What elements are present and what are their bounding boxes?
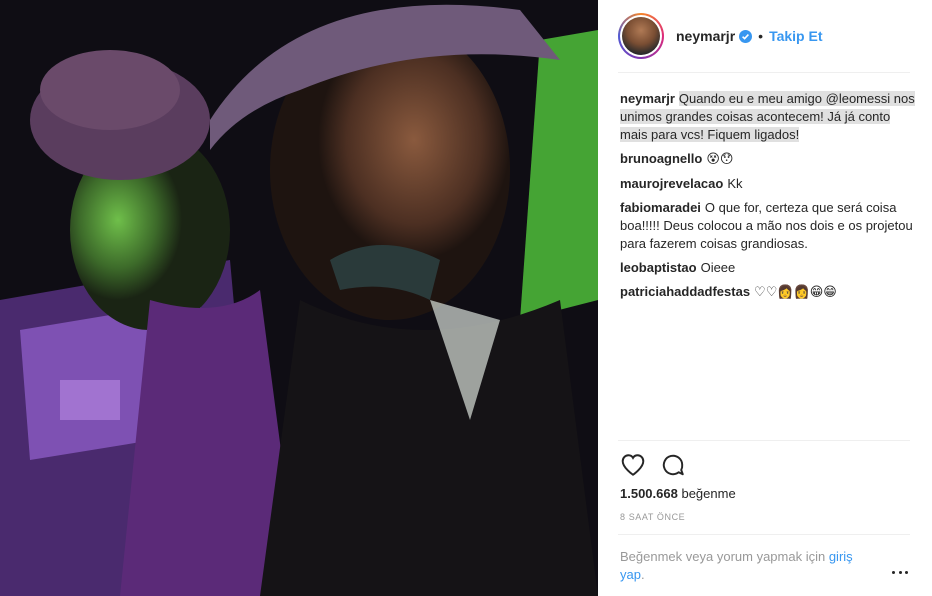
header-divider [618, 72, 910, 73]
verified-badge-icon [739, 29, 753, 43]
comment-username[interactable]: brunoagnello [620, 151, 702, 166]
comment-username[interactable]: patriciahaddadfestas [620, 284, 750, 299]
actions-divider [618, 440, 910, 441]
comment-item: brunoagnello 😵😯 [620, 150, 916, 169]
follow-button[interactable]: Takip Et [769, 28, 822, 44]
comment-text: ♡♡👩👩😁😁 [754, 285, 837, 300]
footer-divider [618, 534, 910, 535]
comment-item: maurojrevelacao Kk [620, 175, 916, 193]
comment-item: patriciahaddadfestas ♡♡👩👩😁😁 [620, 283, 916, 302]
comment-item: leobaptistao Oieee [620, 259, 916, 277]
login-prompt: Beğenmek veya yorum yapmak için giriş ya… [620, 548, 880, 584]
login-prompt-suffix: . [640, 567, 645, 582]
comment-username[interactable]: leobaptistao [620, 260, 697, 275]
login-prompt-text: Beğenmek veya yorum yapmak için [620, 549, 826, 564]
comment-username[interactable]: fabiomaradei [620, 200, 701, 215]
party-selfie-photo [0, 0, 598, 596]
comment-username[interactable]: maurojrevelacao [620, 176, 723, 191]
caption: neymarjr Quando eu e meu amigo @leomessi … [620, 90, 916, 144]
separator-dot: • [758, 28, 764, 44]
comment-text: Kk [727, 176, 743, 191]
comment-icon[interactable] [660, 452, 686, 478]
heart-icon[interactable] [620, 452, 646, 478]
post-actions [620, 452, 700, 478]
post-header: neymarjr • Takip Et [598, 0, 932, 72]
likes-number: 1.500.668 [620, 486, 678, 501]
more-options-icon[interactable] [892, 566, 908, 578]
comments-list: neymarjr Quando eu e meu amigo @leomessi … [620, 90, 916, 308]
comment-text: Oieee [700, 260, 736, 275]
avatar[interactable] [618, 13, 664, 59]
comment-item: fabiomaradei O que for, certeza que será … [620, 199, 916, 253]
post-sidebar: neymarjr • Takip Et neymarjr Quando eu e … [598, 0, 932, 596]
comment-text: 😵😯 [706, 152, 734, 167]
likes-count[interactable]: 1.500.668 beğenme [620, 486, 736, 501]
comment-username[interactable]: neymarjr [620, 91, 675, 106]
post-timestamp: 8 SAAT ÖNCE [620, 512, 686, 522]
header-username[interactable]: neymarjr [676, 28, 735, 44]
likes-label: beğenme [681, 486, 736, 501]
post-photo[interactable] [0, 0, 598, 596]
